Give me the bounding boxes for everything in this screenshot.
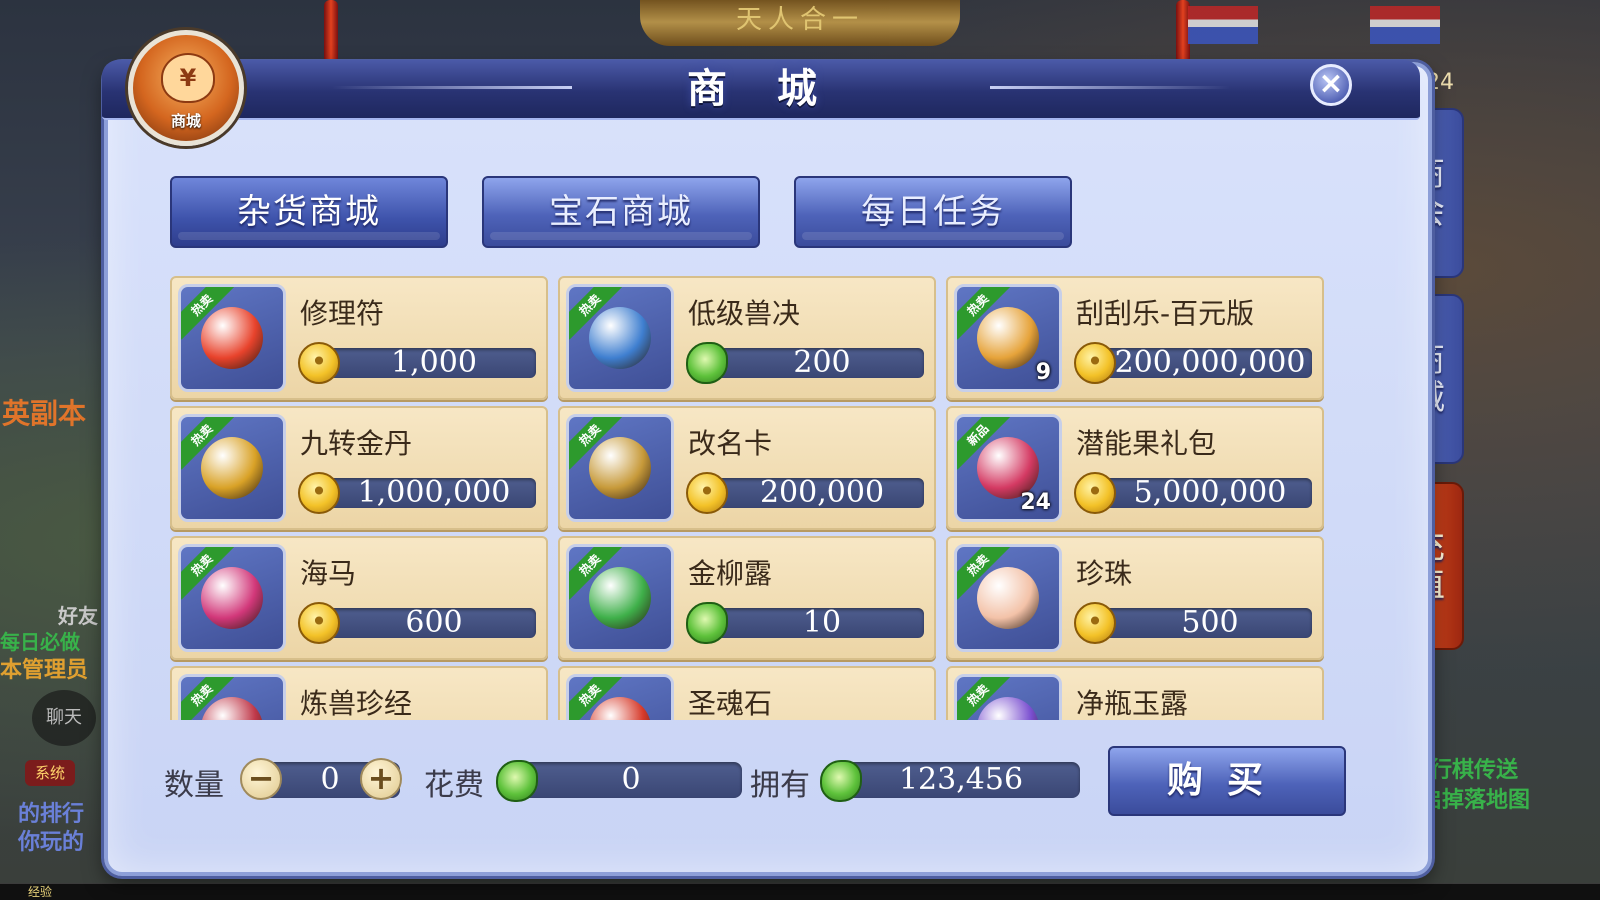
item-glyph bbox=[589, 567, 651, 629]
panel-title: 商 城 bbox=[687, 66, 835, 112]
item-name: 净瓶玉露 bbox=[1076, 687, 1189, 720]
item-count: 24 bbox=[1020, 490, 1051, 515]
item-count: 9 bbox=[1035, 360, 1051, 385]
cost-label: 花费 bbox=[424, 768, 484, 803]
item-card[interactable]: 热卖珍珠 500 bbox=[946, 536, 1324, 660]
quantity-increase-button[interactable]: + bbox=[360, 758, 402, 800]
item-card[interactable]: 热卖 净瓶玉露 bbox=[946, 666, 1324, 720]
flag-decoration bbox=[1370, 6, 1440, 44]
item-card[interactable]: 热卖九转金丹 1,000,000 bbox=[170, 406, 548, 530]
coin-bag-icon: 热卖 9 bbox=[954, 284, 1062, 392]
item-name: 修理符 bbox=[300, 297, 385, 330]
side-text-friends[interactable]: 好友 bbox=[58, 600, 98, 629]
title-bar: 商 城 × bbox=[102, 60, 1420, 120]
owned-label: 拥有 bbox=[750, 768, 810, 803]
right-text-drop-map: 启掉落地图 bbox=[1420, 788, 1531, 813]
red-stone-icon: 热卖 bbox=[566, 674, 674, 720]
golden-elixir-icon: 热卖 bbox=[178, 414, 286, 522]
jade-vase-icon: 热卖 bbox=[954, 674, 1062, 720]
scroll-icon: 热卖 bbox=[566, 414, 674, 522]
side-text-dungeon[interactable]: 英副本 bbox=[2, 392, 86, 432]
item-glyph bbox=[201, 437, 263, 499]
item-price: 10 bbox=[802, 605, 842, 640]
gift-box-icon: 新品 24 bbox=[954, 414, 1062, 522]
item-card[interactable]: 热卖9 刮刮乐-百元版 200,000,000 bbox=[946, 276, 1324, 400]
tab-gem-store[interactable]: 宝石商城 bbox=[482, 176, 760, 248]
item-name: 炼兽珍经 bbox=[300, 687, 413, 720]
item-name: 珍珠 bbox=[1076, 557, 1133, 590]
item-price: 5,000,000 bbox=[1133, 475, 1287, 510]
money-bag-icon: ¥ bbox=[161, 53, 215, 103]
close-button[interactable]: × bbox=[1310, 64, 1352, 106]
item-price: 1,000,000 bbox=[357, 475, 511, 510]
item-name: 金柳露 bbox=[688, 557, 773, 590]
item-glyph bbox=[589, 307, 651, 369]
item-card[interactable]: 热卖 低级兽决 200 bbox=[558, 276, 936, 400]
item-price: 200,000 bbox=[759, 475, 885, 510]
tab-general-store[interactable]: 杂货商城 bbox=[170, 176, 448, 248]
purchase-bar: 数量 0 − + 花费 0 拥有 123,456 购买 bbox=[148, 746, 1388, 818]
shop-panel: 商 城 × 杂货商城 宝石商城 每日任务 热卖修理符1,000热卖低级兽决200… bbox=[102, 60, 1432, 876]
item-name: 九转金丹 bbox=[300, 427, 413, 460]
item-name: 低级兽决 bbox=[688, 297, 801, 330]
item-name: 海马 bbox=[300, 557, 357, 590]
item-name: 潜能果礼包 bbox=[1076, 427, 1217, 460]
item-name: 改名卡 bbox=[688, 427, 773, 460]
item-glyph bbox=[589, 437, 651, 499]
item-glyph bbox=[977, 307, 1039, 369]
green-bottle-icon: 热卖 bbox=[566, 544, 674, 652]
item-card[interactable]: 热卖 炼兽珍经 bbox=[170, 666, 548, 720]
quantity-decrease-button[interactable]: − bbox=[240, 758, 282, 800]
shop-badge-icon: ¥ 商城 bbox=[128, 30, 244, 146]
jade-coin-icon bbox=[496, 760, 538, 802]
blue-book-icon: 热卖 bbox=[566, 284, 674, 392]
shop-badge-caption: 商城 bbox=[170, 112, 201, 130]
exp-label: 经验 bbox=[28, 885, 53, 899]
jade-coin-icon bbox=[820, 760, 862, 802]
book-icon: 热卖 bbox=[178, 674, 286, 720]
item-card[interactable]: 热卖 金柳露 10 bbox=[558, 536, 936, 660]
system-tag: 系统 bbox=[25, 760, 75, 786]
item-card[interactable]: 新品24 潜能果礼包 5,000,000 bbox=[946, 406, 1324, 530]
item-glyph bbox=[977, 567, 1039, 629]
seahorse-icon: 热卖 bbox=[178, 544, 286, 652]
cost-value: 0 bbox=[520, 762, 742, 798]
red-orb-icon: 热卖 bbox=[178, 284, 286, 392]
item-glyph bbox=[201, 567, 263, 629]
item-price: 200 bbox=[793, 345, 851, 380]
quantity-label: 数量 bbox=[164, 768, 224, 803]
item-name: 刮刮乐-百元版 bbox=[1076, 297, 1255, 330]
pearl-icon: 热卖 bbox=[954, 544, 1062, 652]
exp-bar bbox=[0, 883, 1600, 900]
item-grid: 热卖修理符1,000热卖低级兽决200热卖9刮刮乐-百元版200,000,000… bbox=[170, 276, 1330, 720]
item-price: 500 bbox=[1181, 605, 1239, 640]
side-text-daily: 每日必做 bbox=[0, 630, 80, 654]
item-card[interactable]: 热卖改名卡 200,000 bbox=[558, 406, 936, 530]
item-card[interactable]: 热卖 圣魂石 bbox=[558, 666, 936, 720]
tab-daily-tasks[interactable]: 每日任务 bbox=[794, 176, 1072, 248]
item-name: 圣魂石 bbox=[688, 687, 773, 720]
item-price: 600 bbox=[405, 605, 463, 640]
right-text-teleport: 行棋传送 bbox=[1430, 758, 1519, 783]
chat-button[interactable]: 聊天 bbox=[32, 690, 96, 746]
item-glyph bbox=[201, 307, 263, 369]
item-card[interactable]: 热卖海马 600 bbox=[170, 536, 548, 660]
owned-value: 123,456 bbox=[842, 762, 1080, 798]
buy-button[interactable]: 购买 bbox=[1108, 746, 1346, 816]
side-text-admin: 本管理员 bbox=[0, 658, 89, 683]
item-price: 200,000,000 bbox=[1114, 345, 1306, 380]
chat-line: 你玩的 bbox=[18, 830, 85, 855]
item-card[interactable]: 热卖修理符1,000 bbox=[170, 276, 548, 400]
flag-decoration bbox=[1188, 6, 1258, 44]
item-price: 1,000 bbox=[391, 345, 477, 380]
scene-banner: 天人合一 bbox=[640, 0, 960, 46]
